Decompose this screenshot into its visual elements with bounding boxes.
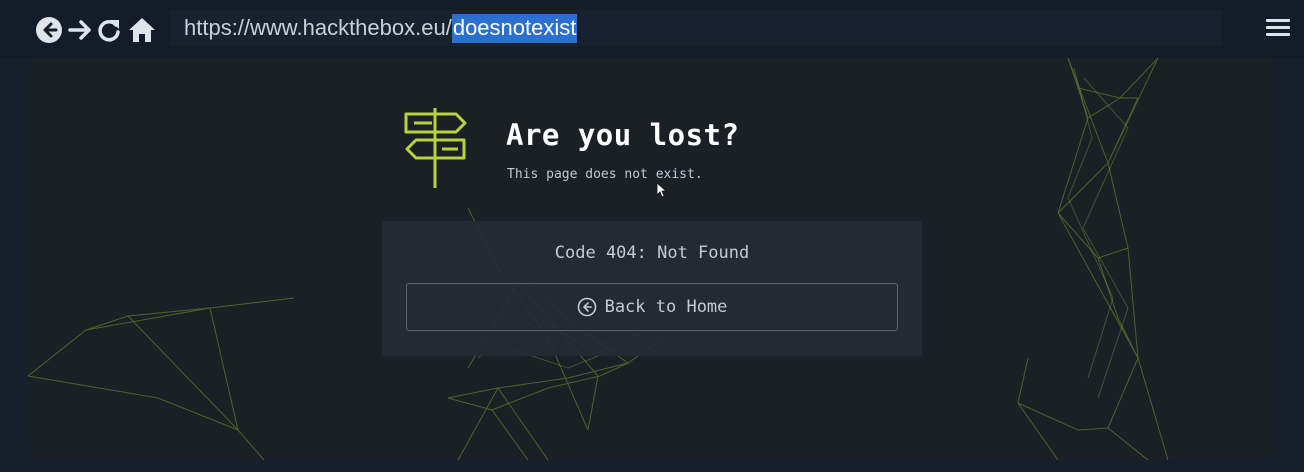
forward-button[interactable] <box>66 14 94 46</box>
back-icon <box>36 17 62 43</box>
page-subtitle: This page does not exist. <box>507 167 703 182</box>
home-button[interactable] <box>126 14 158 46</box>
browser-toolbar: https://www.hackthebox.eu/doesnotexist <box>0 0 1304 58</box>
home-icon <box>129 18 155 42</box>
reload-button[interactable] <box>96 14 122 46</box>
address-bar[interactable]: https://www.hackthebox.eu/doesnotexist <box>170 10 1222 46</box>
back-button[interactable] <box>34 14 64 46</box>
url-selected-path: doesnotexist <box>451 13 578 43</box>
page-viewport: Are you lost? This page does not exist. … <box>28 58 1274 460</box>
back-arrow-circle-icon <box>577 297 596 317</box>
page-title: Are you lost? <box>506 118 740 152</box>
forward-icon <box>68 20 91 40</box>
error-code-text: Code 404: Not Found <box>554 243 750 263</box>
menu-button[interactable] <box>1266 16 1294 42</box>
back-to-home-label: Back to Home <box>604 297 728 317</box>
menu-icon <box>1266 19 1294 36</box>
back-to-home-button[interactable]: Back to Home <box>406 283 898 331</box>
reload-icon <box>98 20 120 42</box>
url-text: https://www.hackthebox.eu/doesnotexist <box>184 13 578 43</box>
url-base: https://www.hackthebox.eu/ <box>184 15 452 40</box>
mouse-cursor-icon <box>656 182 668 198</box>
signpost-icon <box>404 108 467 188</box>
error-card: Code 404: Not Found Back to Home <box>382 221 922 356</box>
